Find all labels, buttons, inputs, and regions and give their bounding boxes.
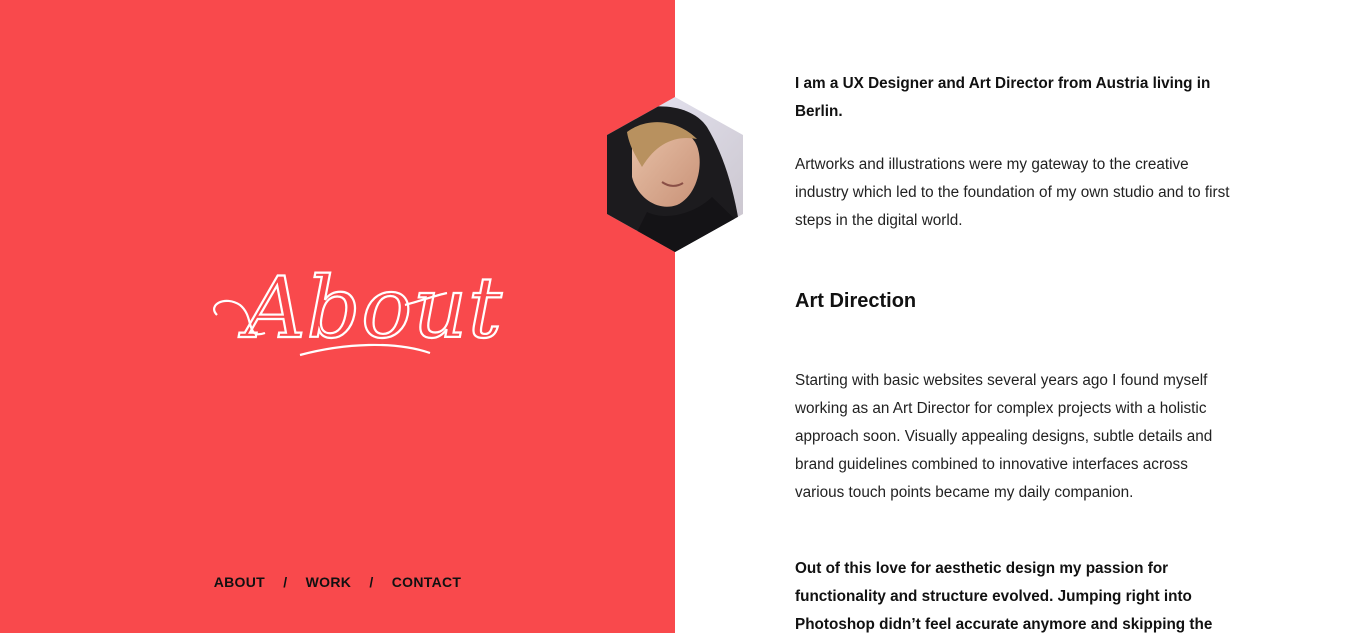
about-script-svg: About	[213, 258, 503, 358]
about-content: I am a UX Designer and Art Director from…	[795, 70, 1235, 639]
paragraph-passion: Out of this love for aesthetic design my…	[795, 560, 1213, 633]
left-panel: About ABOUT / WORK / CONTACT	[0, 0, 675, 633]
nav-separator: /	[369, 574, 374, 590]
intro-text: I am a UX Designer and Art Director from…	[795, 75, 1211, 120]
nav-separator: /	[283, 574, 288, 590]
section-heading-art-direction: Art Direction	[795, 290, 917, 312]
nav-about-link[interactable]: ABOUT	[214, 574, 265, 590]
portrait-image	[607, 97, 743, 252]
about-script-text: About	[238, 259, 503, 357]
main-nav: ABOUT / WORK / CONTACT	[0, 574, 675, 590]
nav-contact-link[interactable]: CONTACT	[392, 574, 462, 590]
paragraph-art-direction: Starting with basic websites several yea…	[795, 372, 1213, 501]
hexagon-portrait-photo	[607, 97, 743, 252]
nav-work-link[interactable]: WORK	[306, 574, 352, 590]
about-script-title: About	[205, 245, 503, 375]
paragraph-artworks: Artworks and illustrations were my gatew…	[795, 156, 1230, 229]
